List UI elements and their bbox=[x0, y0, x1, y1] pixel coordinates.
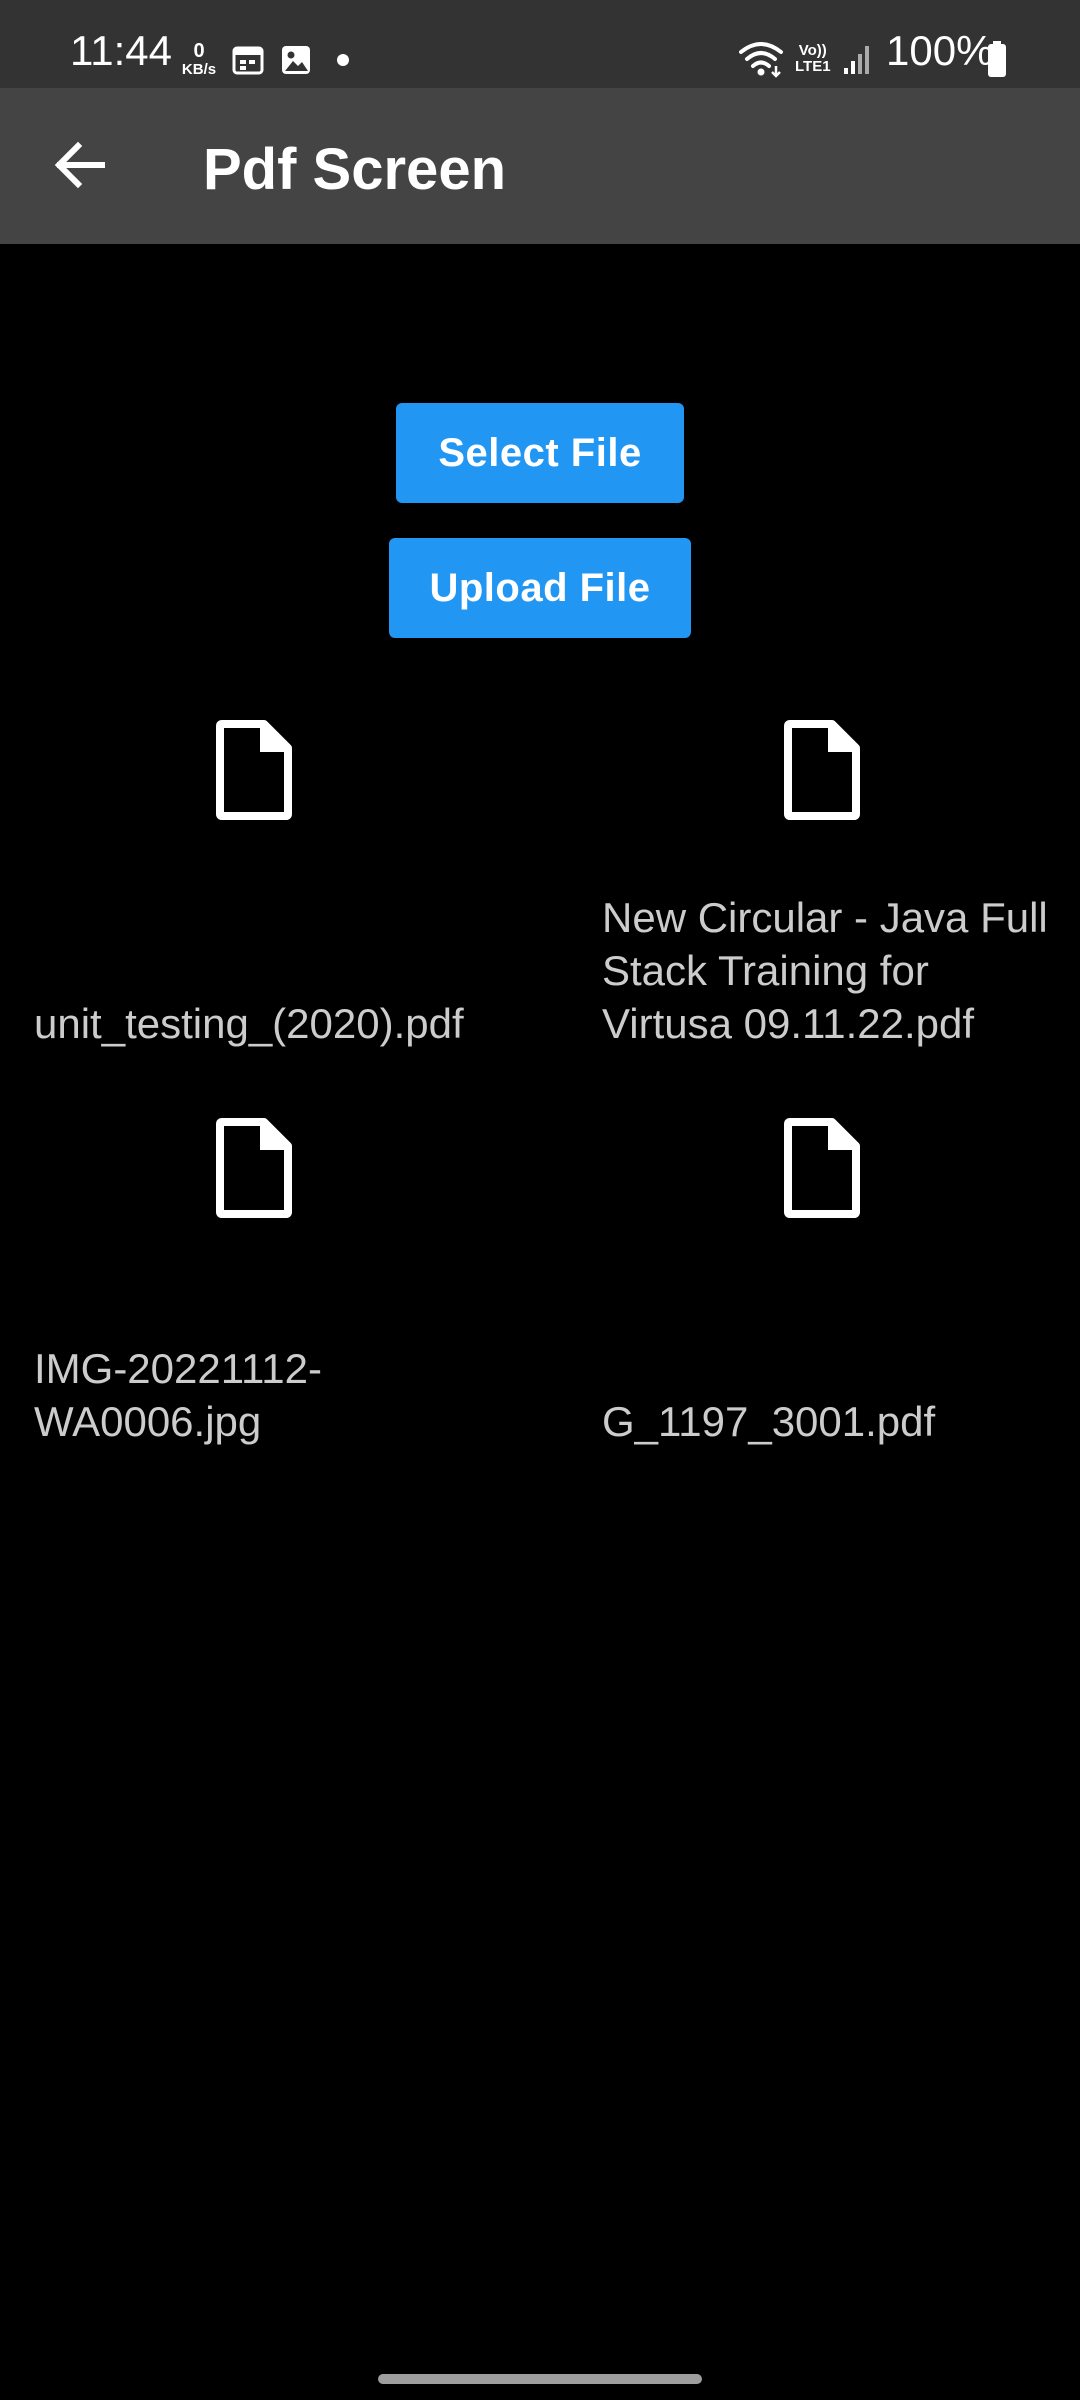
file-icon bbox=[784, 1118, 860, 1218]
home-indicator[interactable] bbox=[378, 2374, 702, 2384]
file-name: New Circular - Java Full Stack Training … bbox=[602, 894, 1048, 1047]
arrow-back-icon bbox=[54, 141, 105, 189]
app-bar: Pdf Screen bbox=[0, 88, 1080, 244]
dot-icon bbox=[337, 54, 349, 66]
lte-label: LTE1 bbox=[795, 57, 831, 75]
signal-icon bbox=[844, 46, 869, 74]
select-file-button[interactable]: Select File bbox=[396, 403, 684, 503]
gallery-icon bbox=[282, 46, 310, 74]
file-icon bbox=[216, 1118, 292, 1218]
network-speed-value: 0 bbox=[193, 40, 205, 62]
page-title: Pdf Screen bbox=[203, 137, 506, 202]
wifi-icon bbox=[739, 42, 783, 78]
file-name: IMG-20221112-WA0006.jpg bbox=[34, 1345, 322, 1445]
battery-percentage: 100% bbox=[886, 27, 994, 74]
file-item[interactable]: unit_testing_(2020).pdf bbox=[34, 720, 534, 1050]
file-icon bbox=[216, 720, 292, 820]
file-item[interactable]: New Circular - Java Full Stack Training … bbox=[602, 720, 1080, 1050]
file-name: G_1197_3001.pdf bbox=[602, 1398, 936, 1445]
network-speed: 0 KB/s bbox=[178, 40, 220, 79]
status-time: 11:44 bbox=[70, 27, 172, 74]
file-item[interactable]: IMG-20221112-WA0006.jpg bbox=[34, 1118, 534, 1448]
calendar-icon bbox=[232, 46, 264, 75]
status-bar: 11:44 0 KB/s Vo)) LTE1 100% bbox=[0, 0, 1080, 88]
upload-file-button[interactable]: Upload File bbox=[389, 538, 691, 638]
battery-icon bbox=[988, 41, 1006, 77]
file-name: unit_testing_(2020).pdf bbox=[34, 1000, 464, 1047]
volte-label: Vo)) bbox=[798, 42, 827, 59]
file-item[interactable]: G_1197_3001.pdf bbox=[602, 1118, 1080, 1448]
lte-indicator: Vo)) LTE1 bbox=[795, 43, 831, 75]
network-speed-unit: KB/s bbox=[181, 61, 217, 78]
file-icon bbox=[784, 720, 860, 820]
back-button[interactable] bbox=[40, 125, 120, 205]
